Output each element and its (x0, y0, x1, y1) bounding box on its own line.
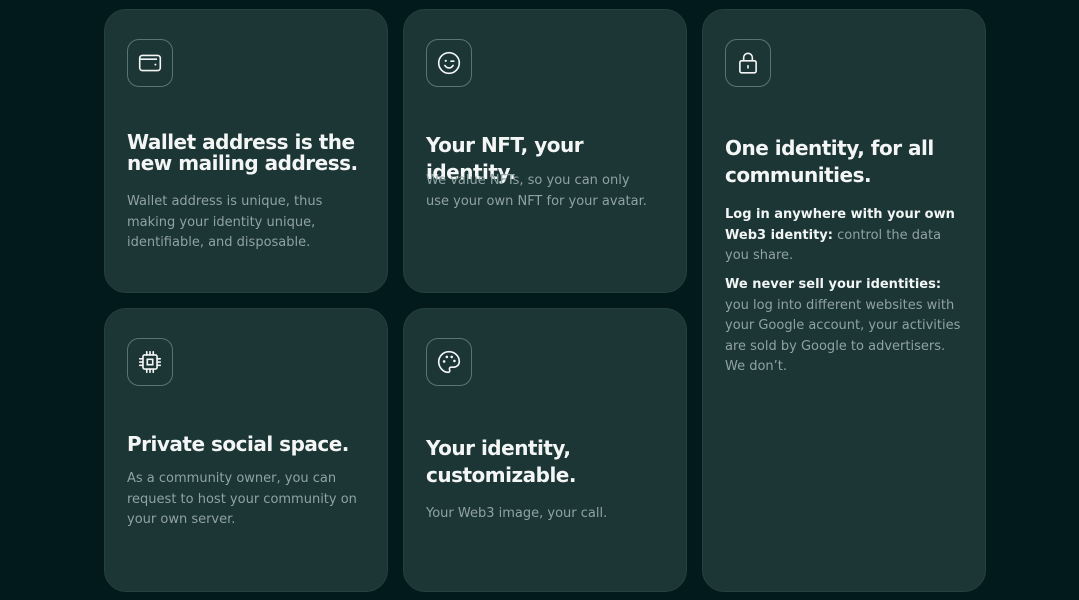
card-title: One identity, for all communities. (725, 136, 934, 187)
card-title: Private social space. (127, 432, 349, 456)
card-paragraph-text: you log into different websites with you… (725, 297, 961, 375)
card-description: We value NFTs, so you can only use your … (426, 173, 647, 209)
palette-icon (426, 338, 472, 386)
card-description: Your Web3 image, your call. (426, 506, 608, 521)
card-nft: Your NFT, your identity. We value NFTs, … (403, 9, 687, 293)
chip-icon (127, 338, 173, 386)
card-custom: Your identity, customizable. Your Web3 i… (403, 308, 687, 592)
card-description: As a community owner, you can request to… (127, 471, 357, 527)
card-paragraph-privacy: We never sell your identities: you log i… (725, 275, 965, 378)
card-communities: One identity, for all communities. Log i… (702, 9, 986, 592)
card-title: Your identity, customizable. (426, 436, 576, 487)
card-private: Private social space. As a community own… (104, 308, 388, 592)
card-paragraph-bold: We never sell your identities: (725, 277, 942, 292)
card-description: Wallet address is unique, thus making yo… (127, 194, 323, 250)
wink-face-icon (426, 39, 472, 87)
card-title: Wallet address is the new mailing addres… (127, 130, 358, 175)
wallet-icon (127, 39, 173, 87)
card-wallet: Wallet address is the new mailing addres… (104, 9, 388, 293)
lock-icon (725, 39, 771, 87)
card-paragraph-login: Log in anywhere with your own Web3 ident… (725, 205, 965, 267)
